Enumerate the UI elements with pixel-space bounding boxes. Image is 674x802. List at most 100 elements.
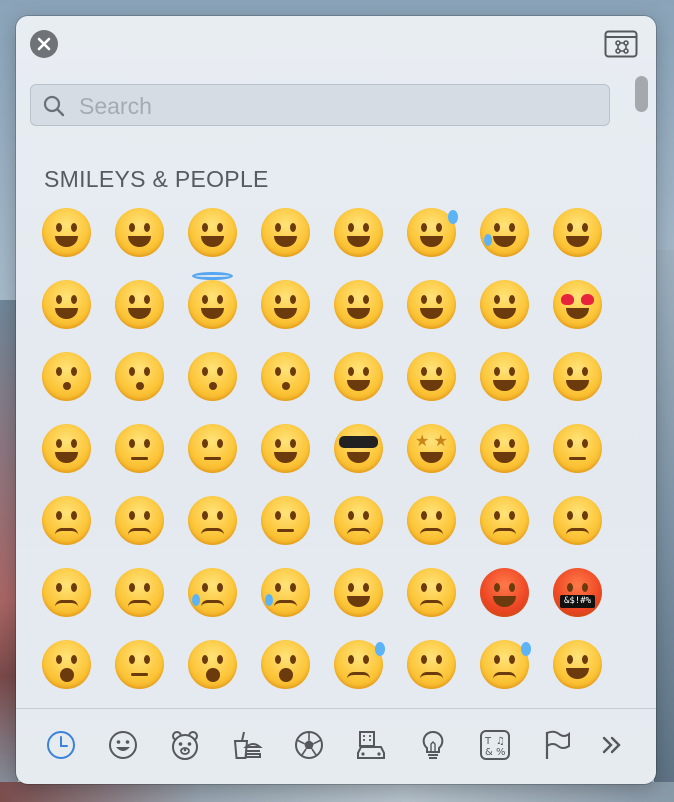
- emoji-face-blowing-kiss[interactable]: [30, 340, 103, 412]
- emoji-flushed-face[interactable]: [103, 628, 176, 700]
- emoji-pouting-face[interactable]: [468, 556, 541, 628]
- emoji-rolling-on-floor-laughing[interactable]: [541, 196, 614, 268]
- emoji-slightly-smiling-face[interactable]: [249, 268, 322, 340]
- eye: [144, 222, 150, 232]
- eye: [56, 294, 62, 304]
- eye: [582, 366, 588, 376]
- star-struck-icon: ★ ★: [407, 423, 456, 473]
- emoji-winking-face[interactable]: [395, 268, 468, 340]
- emoji-weary-face[interactable]: [103, 556, 176, 628]
- emoji-face-with-tears-of-joy[interactable]: [468, 196, 541, 268]
- eye: [71, 510, 77, 520]
- emoji-tired-face[interactable]: [30, 556, 103, 628]
- category-animals-nature[interactable]: [167, 727, 203, 763]
- emoji-smiling-face-with-halo[interactable]: [176, 268, 249, 340]
- emoji-kissing-face-closed-eyes[interactable]: [249, 340, 322, 412]
- emoji-face-with-monocle[interactable]: [176, 412, 249, 484]
- emoji-sad-but-relieved-face[interactable]: [395, 628, 468, 700]
- emoji-star-struck[interactable]: ★ ★: [395, 412, 468, 484]
- emoji-grinning-squinting-face[interactable]: [322, 196, 395, 268]
- eye: [129, 222, 135, 232]
- category-objects[interactable]: [415, 727, 451, 763]
- eye: [494, 654, 500, 664]
- character-viewer-icon[interactable]: [604, 30, 638, 58]
- emoji-beaming-face[interactable]: [249, 196, 322, 268]
- mouth: [493, 235, 516, 247]
- category-smileys-people[interactable]: [105, 727, 141, 763]
- emoji-smirking-face[interactable]: [468, 412, 541, 484]
- category-activity[interactable]: [291, 727, 327, 763]
- emoji-face-with-tongue[interactable]: [395, 340, 468, 412]
- emoji-face-symbols-on-mouth[interactable]: &$!#%: [541, 556, 614, 628]
- emoji-hugging-face[interactable]: [541, 628, 614, 700]
- emoji-angry-face[interactable]: [395, 556, 468, 628]
- emoji-confused-face[interactable]: [249, 484, 322, 556]
- category-food-drink[interactable]: [229, 727, 265, 763]
- search-input[interactable]: [77, 85, 601, 127]
- emoji-kissing-face[interactable]: [103, 340, 176, 412]
- emoji-grinning-face-with-sweat[interactable]: [395, 196, 468, 268]
- emoji-squinting-face-with-tongue[interactable]: [468, 340, 541, 412]
- emoji-face-steam-from-nose[interactable]: [322, 556, 395, 628]
- emoji-anxious-face-with-sweat[interactable]: [322, 628, 395, 700]
- emoji-nerd-face[interactable]: [249, 412, 322, 484]
- emoji-zany-face[interactable]: [30, 412, 103, 484]
- eye: [494, 582, 500, 592]
- emoji-slightly-frowning-face[interactable]: [322, 484, 395, 556]
- category-frequently-used[interactable]: [43, 727, 79, 763]
- confounded-face-icon: [553, 495, 602, 545]
- eye: [202, 366, 208, 376]
- emoji-fearful-face[interactable]: [249, 628, 322, 700]
- sweat-drop: [448, 209, 458, 224]
- emoji-grinning-face-smiling-eyes[interactable]: [176, 196, 249, 268]
- symbols-icon: T ♫ & %: [480, 730, 510, 760]
- emoji-grinning-face[interactable]: [30, 196, 103, 268]
- emoji-smiling-face-sunglasses[interactable]: [322, 412, 395, 484]
- emoji-upside-down-face[interactable]: [322, 268, 395, 340]
- emoji-relieved-face[interactable]: [468, 268, 541, 340]
- eye: [567, 438, 573, 448]
- emoji-loudly-crying-face[interactable]: [249, 556, 322, 628]
- close-button[interactable]: [30, 30, 58, 58]
- eye: [494, 222, 500, 232]
- eye: [421, 222, 427, 232]
- emoji-crying-face[interactable]: [176, 556, 249, 628]
- scrollbar-thumb[interactable]: [635, 76, 648, 112]
- mouth: [420, 671, 443, 679]
- emoji-confounded-face[interactable]: [541, 484, 614, 556]
- emoji-frowning-face[interactable]: [395, 484, 468, 556]
- persevering-face-icon: [480, 495, 529, 545]
- category-travel-places[interactable]: [353, 727, 389, 763]
- more-categories-button[interactable]: [594, 727, 630, 763]
- emoji-downcast-face-with-sweat[interactable]: [468, 628, 541, 700]
- emoji-unamused-face[interactable]: [541, 412, 614, 484]
- pensive-face-icon: [115, 495, 164, 545]
- emoji-winking-face-with-tongue[interactable]: [541, 340, 614, 412]
- eye: [275, 294, 281, 304]
- emoji-smiling-face-heart-eyes[interactable]: [541, 268, 614, 340]
- emoji-exploding-head[interactable]: [30, 628, 103, 700]
- emoji-worried-face[interactable]: [176, 484, 249, 556]
- search-field[interactable]: [30, 84, 610, 127]
- emoji-face-savoring-food[interactable]: [322, 340, 395, 412]
- mouth: [277, 528, 294, 532]
- bear-icon: [172, 731, 198, 760]
- emoji-face-screaming-in-fear[interactable]: [176, 628, 249, 700]
- eye: [582, 510, 588, 520]
- emoji-disappointed-face[interactable]: [30, 484, 103, 556]
- category-flags[interactable]: [539, 727, 575, 763]
- mouth: [279, 667, 293, 682]
- anxious-face-with-sweat-icon: [334, 639, 385, 689]
- eye: [494, 510, 500, 520]
- eye: [348, 366, 354, 376]
- emoji-kissing-face-smiling-eyes[interactable]: [176, 340, 249, 412]
- eye: [348, 222, 354, 232]
- emoji-smiling-face-smiling-eyes[interactable]: [103, 268, 176, 340]
- emoji-face-raised-eyebrow[interactable]: [103, 412, 176, 484]
- emoji-smiling-face[interactable]: [30, 268, 103, 340]
- face-savoring-food-icon: [334, 351, 383, 401]
- emoji-persevering-face[interactable]: [468, 484, 541, 556]
- emoji-grinning-face-big-eyes[interactable]: [103, 196, 176, 268]
- emoji-pensive-face[interactable]: [103, 484, 176, 556]
- category-symbols[interactable]: T ♫ & %: [477, 727, 513, 763]
